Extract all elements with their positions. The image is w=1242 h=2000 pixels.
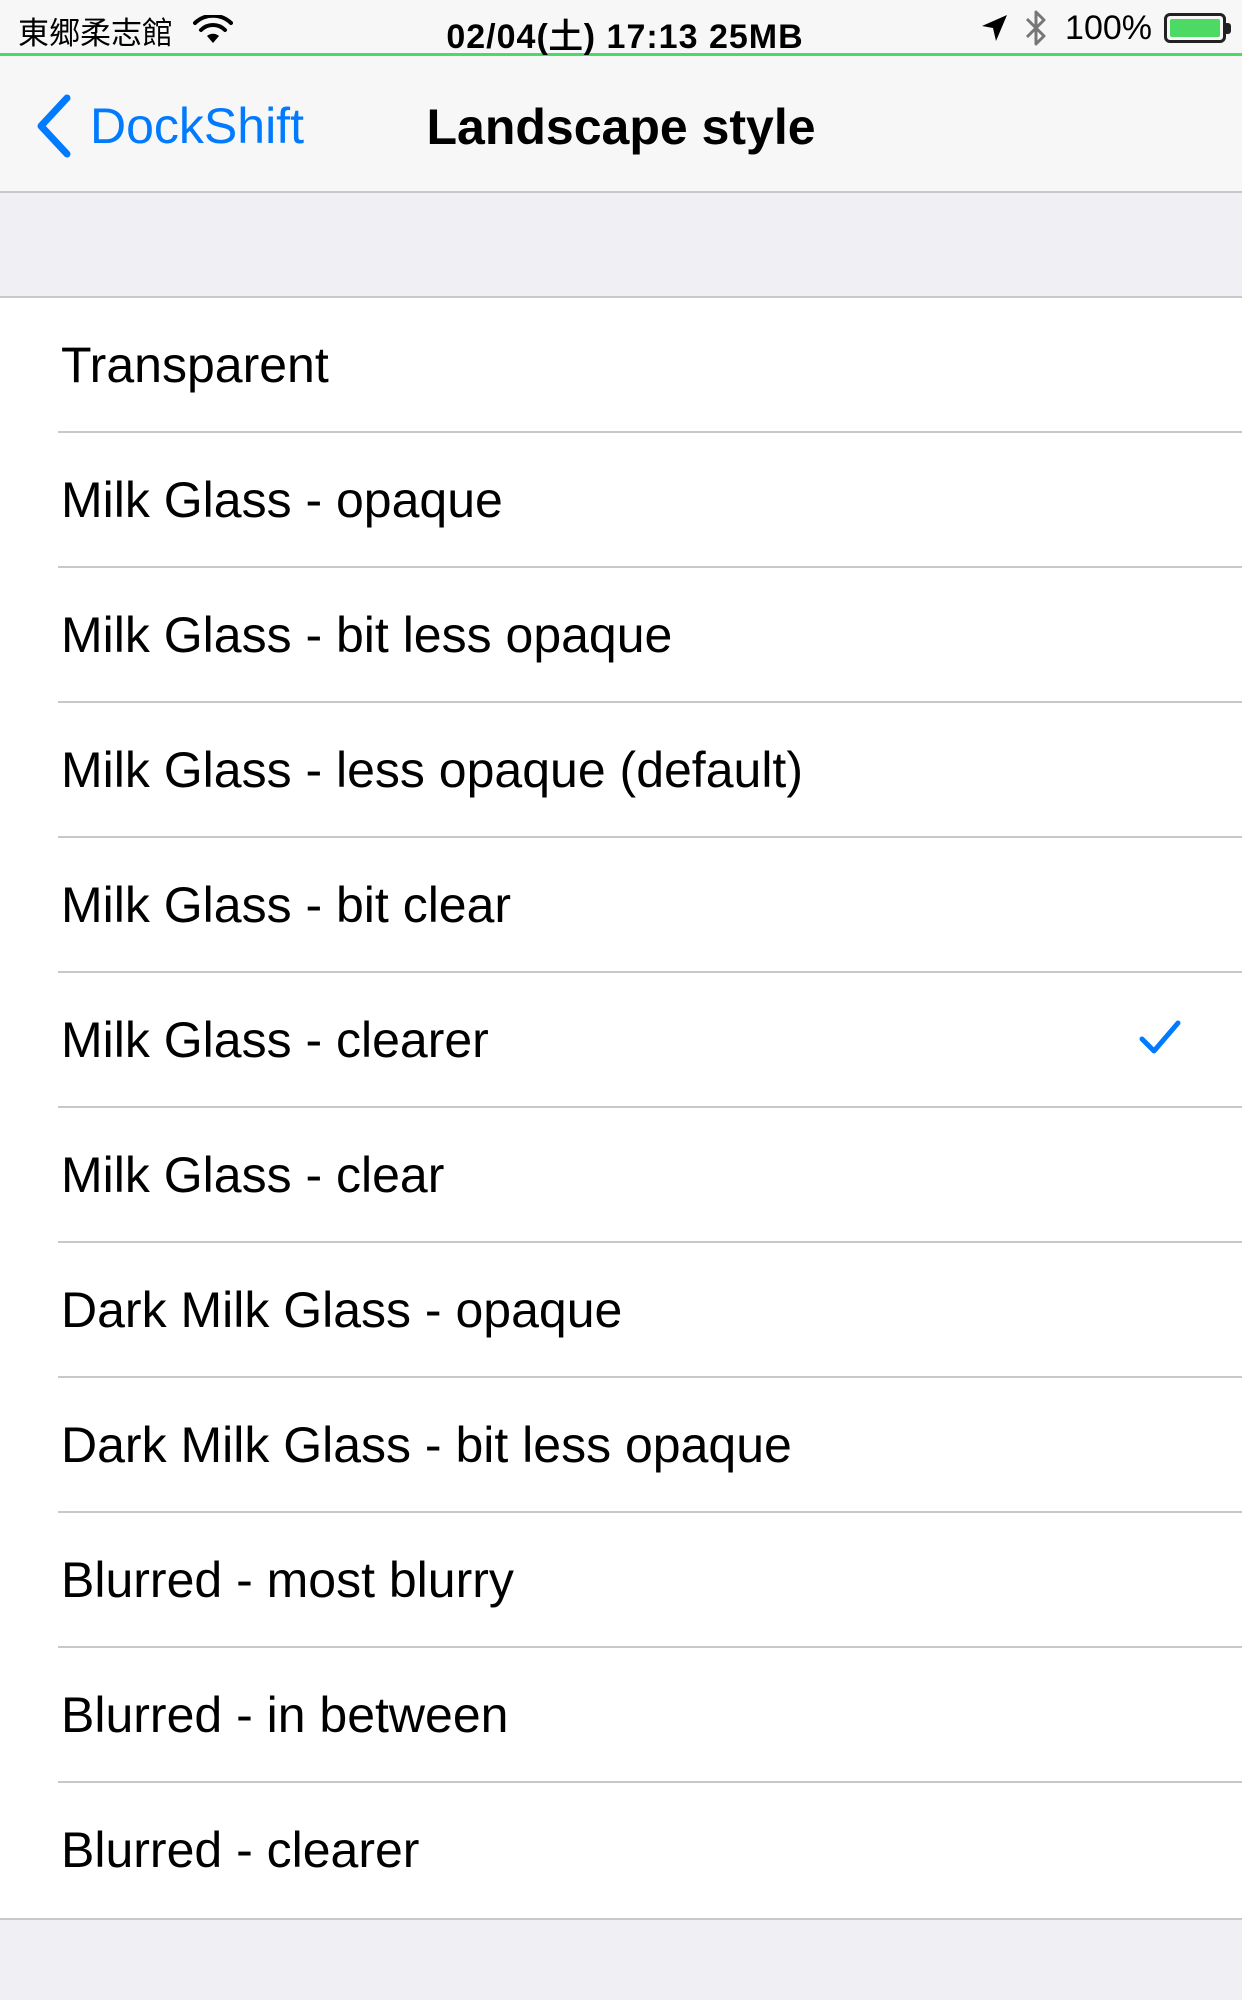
list-item[interactable]: Dark Milk Glass - opaque <box>0 1243 1242 1378</box>
list-item-label: Milk Glass - less opaque (default) <box>61 742 803 798</box>
status-center-text: 02/04(土) 17:13 25MB <box>446 18 804 56</box>
list-item-label: Blurred - most blurry <box>61 1552 514 1608</box>
list-item[interactable]: Blurred - most blurry <box>0 1513 1242 1648</box>
list-item-label: Blurred - in between <box>61 1687 509 1743</box>
navigation-bar: DockShift Landscape style <box>0 56 1242 193</box>
list-item-label: Dark Milk Glass - opaque <box>61 1282 623 1338</box>
page-title-text: Landscape style <box>426 99 816 155</box>
bluetooth-icon <box>1025 10 1046 46</box>
list-item[interactable]: Milk Glass - bit less opaque <box>0 568 1242 703</box>
list-item[interactable]: Milk Glass - bit clear <box>0 838 1242 973</box>
list-item[interactable]: Dark Milk Glass - bit less opaque <box>0 1378 1242 1513</box>
checkmark-icon <box>1139 1020 1181 1054</box>
style-option-list: Transparent Milk Glass - opaque Milk Glass… <box>0 296 1242 1920</box>
list-item-label: Milk Glass - bit clear <box>61 877 512 933</box>
status-bar: 東郷柔志館 02/04(土) 17:13 25MB 100% <box>0 0 1242 56</box>
status-right: 100% <box>979 8 1231 48</box>
battery-icon <box>1164 13 1231 43</box>
location-arrow-icon <box>982 15 1008 41</box>
list-item[interactable]: Milk Glass - less opaque (default) <box>0 703 1242 838</box>
list-item[interactable]: Milk Glass - clearer <box>0 973 1242 1108</box>
list-item-label: Milk Glass - opaque <box>61 472 503 528</box>
list-item[interactable]: Transparent <box>0 298 1242 433</box>
list-item-label: Milk Glass - clearer <box>61 1012 489 1068</box>
battery-nub <box>1226 23 1231 34</box>
list-item-label: Dark Milk Glass - bit less opaque <box>61 1417 792 1473</box>
list-item-label: Blurred - clearer <box>61 1822 420 1878</box>
list-item[interactable]: Blurred - clearer <box>0 1783 1242 1918</box>
list-item[interactable]: Blurred - in between <box>0 1648 1242 1783</box>
battery-fill <box>1170 19 1220 37</box>
list-item-label: Milk Glass - bit less opaque <box>61 607 673 663</box>
list-item[interactable]: Milk Glass - clear <box>0 1108 1242 1243</box>
battery-percent: 100% <box>1065 8 1152 47</box>
list-item-label: Milk Glass - clear <box>61 1147 445 1203</box>
list-item[interactable]: Milk Glass - opaque <box>0 433 1242 568</box>
page-title: Landscape style <box>0 98 1242 156</box>
list-item-label: Transparent <box>61 337 329 393</box>
